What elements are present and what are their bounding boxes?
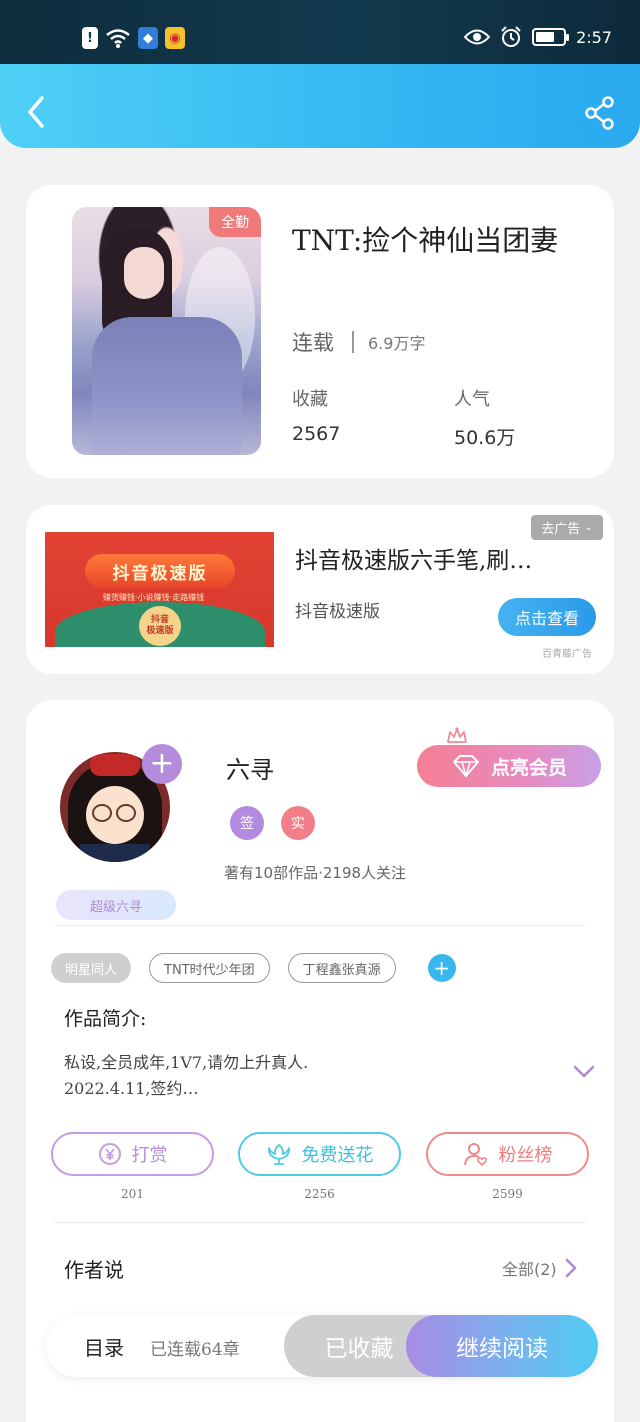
tag-chip[interactable]: TNT时代少年团: [149, 953, 270, 983]
avatar-glasses-right: [116, 804, 136, 822]
fan-ranking-label: 粉丝榜: [498, 1145, 553, 1166]
reward-label: 打赏: [131, 1145, 168, 1166]
chevron-down-icon[interactable]: [572, 1064, 596, 1080]
ad-title[interactable]: 抖音极速版六手笔,刷…: [295, 541, 580, 575]
author-name[interactable]: 六寻: [226, 750, 274, 785]
cover-figure-dress: [92, 317, 242, 455]
meta-divider: [352, 331, 354, 353]
chevron-down-icon: ⌄: [584, 522, 593, 533]
tag-list: 明星同人 TNT时代少年团 丁程鑫张真源 +: [51, 953, 456, 983]
diamond-icon: [452, 755, 479, 777]
alarm-icon: [501, 26, 521, 47]
ad-card[interactable]: 抖音极速版 赚货赚钱·小说赚钱·走路赚钱 抖音 极速版 去广告 ⌄ 抖音极速版六手…: [26, 505, 614, 674]
signed-badge: 签: [230, 806, 264, 840]
alert-icon: !: [82, 27, 98, 49]
ad-view-button[interactable]: 点击查看: [498, 598, 596, 636]
author-card: + 超级六寻 六寻 签 实 著有10部作品·2198人关注 点亮会员 明星同人 …: [26, 700, 614, 1422]
popularity-count: 50.6万: [454, 427, 516, 449]
word-count: 6.9万字: [368, 334, 426, 353]
remove-ad-button[interactable]: 去广告 ⌄: [531, 515, 603, 540]
verified-badge: 实: [281, 806, 315, 840]
bottom-action-bar: 目录 已连载64章 已收藏 继续阅读: [46, 1315, 598, 1377]
favorites-count: 2567: [292, 423, 341, 445]
reward-count: 201: [121, 1187, 144, 1201]
notification-icons: ! ◆ ◉: [82, 27, 185, 49]
continue-reading-button[interactable]: 继续阅读: [406, 1315, 598, 1377]
remove-ad-label: 去广告: [541, 522, 581, 537]
ad-provider-label: 百青藤广告: [542, 649, 592, 660]
ad-source: 抖音极速版: [295, 602, 380, 622]
follow-author-button[interactable]: +: [142, 744, 182, 784]
fan-ranking-icon: [463, 1143, 487, 1167]
intro-text: 私设,全员成年,1V7,请勿上升真人. 2022.4.11,签约…: [64, 1053, 309, 1098]
favorites-label: 收藏: [292, 389, 328, 410]
book-cover-image[interactable]: 全勤: [72, 207, 261, 455]
vip-button-label: 点亮会员: [490, 756, 567, 779]
author-stats: 著有10部作品·2198人关注: [224, 864, 407, 882]
reward-button[interactable]: 打赏: [51, 1132, 214, 1176]
book-title: TNT:捡个神仙当团妻: [292, 224, 559, 257]
author-says-all-label: 全部(2): [502, 1260, 557, 1279]
cover-figure-face: [124, 247, 164, 299]
battery-charging-icon: [532, 28, 570, 46]
avatar-bow: [90, 754, 140, 776]
eye-icon: [464, 29, 491, 45]
shield-app-icon: ◆: [138, 27, 158, 49]
chevron-left-icon[interactable]: [22, 92, 50, 132]
send-flower-label: 免费送花: [301, 1145, 374, 1166]
popularity-label: 人气: [454, 389, 490, 410]
yen-coin-icon: [98, 1143, 121, 1165]
section-divider: [54, 1222, 586, 1223]
fan-count: 2599: [492, 1187, 523, 1201]
fan-ranking-button[interactable]: 粉丝榜: [426, 1132, 589, 1176]
tag-chip[interactable]: 丁程鑫张真源: [287, 953, 396, 983]
vip-membership-button[interactable]: 点亮会员: [417, 745, 601, 787]
weibo-icon: ◉: [165, 27, 185, 49]
status-bar: ! ◆ ◉ 2:57: [0, 0, 640, 64]
ad-banner-title: 抖音极速版: [85, 554, 235, 588]
chevron-right-icon: [565, 1258, 576, 1278]
book-meta: 连载 6.9万字: [292, 327, 425, 357]
serial-status: 连载: [292, 331, 334, 355]
flower-icon: [267, 1144, 290, 1165]
chapter-progress: 已连载64章: [150, 1340, 240, 1360]
intro-heading: 作品简介:: [64, 1008, 147, 1030]
top-header: [0, 64, 640, 148]
section-divider: [54, 925, 586, 926]
share-icon[interactable]: [584, 96, 616, 130]
tag-chip[interactable]: 明星同人: [51, 953, 132, 983]
book-info-card: 全勤 TNT:捡个神仙当团妻 连载 6.9万字 收藏 2567 人气 50.6万: [26, 185, 614, 478]
ad-banner-medal: 抖音 极速版: [139, 606, 181, 646]
avatar-glasses-left: [92, 804, 112, 822]
flower-count: 2256: [304, 1187, 335, 1201]
clock: 2:57: [576, 27, 612, 47]
ad-banner-image[interactable]: 抖音极速版 赚货赚钱·小说赚钱·走路赚钱 抖音 极速版: [45, 532, 274, 647]
catalog-button[interactable]: 目录: [84, 1332, 124, 1361]
author-says-heading: 作者说: [64, 1258, 124, 1282]
send-flower-button[interactable]: 免费送花: [238, 1132, 401, 1176]
crown-icon: [447, 727, 467, 743]
wifi-icon: [106, 29, 130, 48]
avatar-collar: [80, 844, 150, 862]
full-attendance-badge: 全勤: [209, 207, 261, 237]
author-says-all-link[interactable]: 全部(2): [502, 1256, 577, 1280]
super-fan-badge: 超级六寻: [56, 890, 176, 920]
add-tag-button[interactable]: +: [427, 954, 456, 982]
status-right: 2:57: [464, 26, 612, 48]
